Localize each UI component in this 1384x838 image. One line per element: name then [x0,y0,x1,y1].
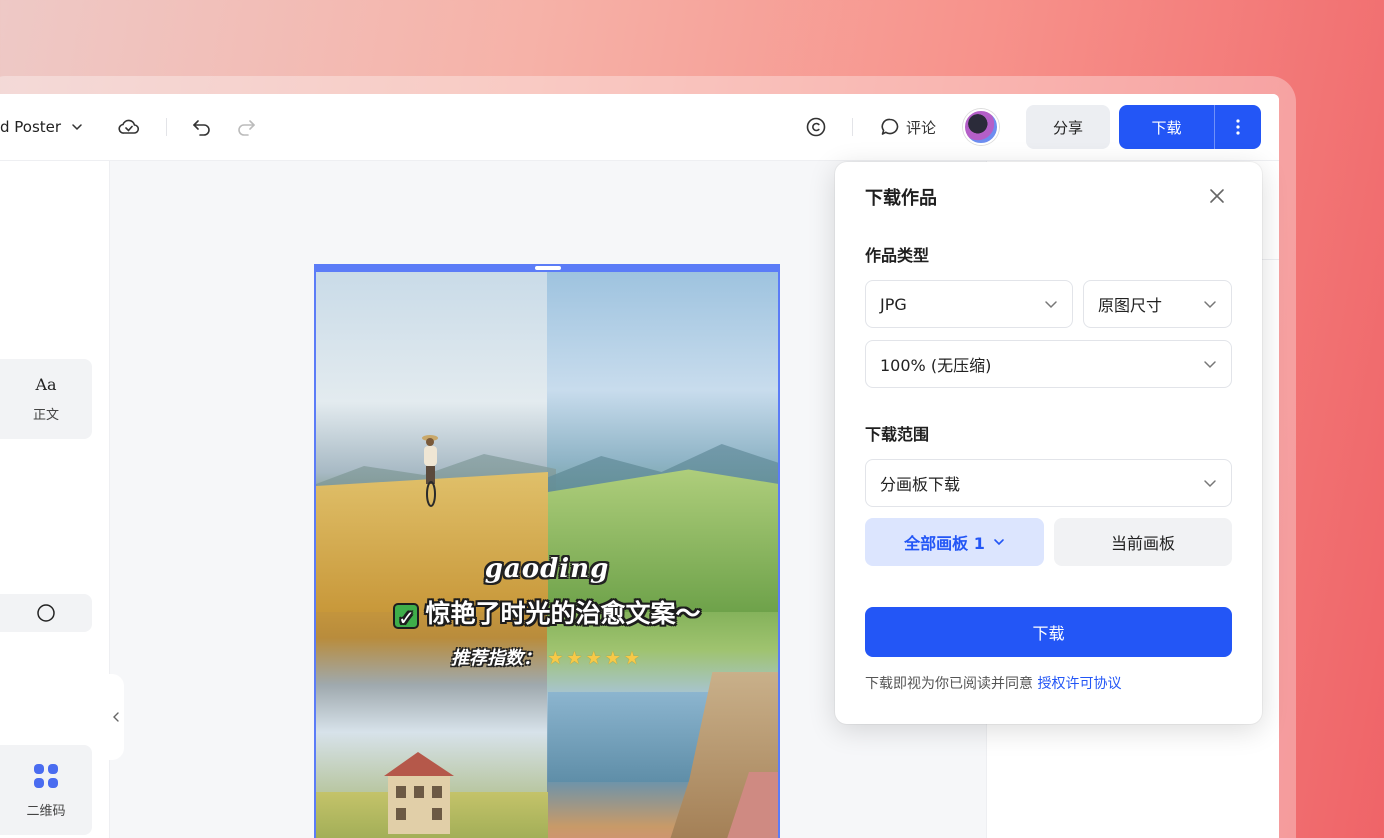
poster-brand-text: gaoding [484,554,610,584]
comment-button[interactable]: 评论 [880,114,936,140]
text-icon: Aa [35,375,57,394]
poster-headline-text: 惊艳了时光的治愈文案～ [425,599,701,628]
star-rating: ★★★★★ [547,648,643,669]
chevron-down-icon [72,124,82,131]
cyclist-figure [422,435,438,507]
comment-label: 评论 [906,118,937,137]
agreement-prefix: 下载即视为你已阅读并同意 [865,676,1038,692]
document-title: d Poster [0,118,62,136]
tool-label: 二维码 [26,803,66,819]
size-select[interactable]: 原图尺寸 [1083,280,1232,328]
dialog-title: 下载作品 [865,188,937,209]
quality-value: 100% (无压缩) [880,356,992,375]
close-button[interactable] [1205,184,1229,208]
poster-image: gaoding ✓ 惊艳了时光的治愈文案～ 推荐指数： ★★★★★ [316,272,778,838]
cloud-save-icon[interactable] [116,114,142,140]
size-value: 原图尺寸 [1098,296,1163,315]
type-section-label: 作品类型 [865,246,930,265]
tool-label: 正文 [32,408,59,423]
all-boards-button[interactable]: 全部画板 1 [865,518,1044,566]
left-tool-panel: Aa 正文 二维码 [0,161,110,838]
chevron-down-icon [1204,301,1216,309]
chevron-down-icon [994,539,1004,546]
circle-icon [37,604,55,622]
download-button-group: 下载 [1119,105,1261,149]
rating-label: 推荐指数： [451,648,542,669]
range-value: 分画板下载 [880,475,961,494]
undo-icon[interactable] [189,114,215,140]
all-boards-label: 全部画板 1 [904,534,985,553]
house-figure [384,752,454,834]
current-board-label: 当前画板 [1110,534,1175,553]
copyright-icon[interactable] [803,114,829,140]
chevron-down-icon [1204,480,1216,488]
chevron-down-icon [1204,361,1216,369]
confirm-download-button[interactable]: 下载 [865,607,1232,657]
more-options-button[interactable] [1215,105,1261,149]
chevron-left-icon [113,712,119,722]
more-vertical-icon [1236,119,1240,135]
avatar[interactable] [963,109,999,145]
format-value: JPG [880,294,907,314]
body-text-tool[interactable]: Aa 正文 [0,359,92,439]
range-section-label: 下载范围 [865,425,930,444]
quality-select[interactable]: 100% (无压缩) [865,340,1232,388]
shape-tool[interactable] [0,594,92,632]
artboard[interactable]: gaoding ✓ 惊艳了时光的治愈文案～ 推荐指数： ★★★★★ [314,264,780,838]
document-title-dropdown[interactable]: d Poster [0,118,83,136]
agreement-text: 下载即视为你已阅读并同意 授权许可协议 [865,673,1121,693]
toolbar-divider [166,118,167,136]
share-button[interactable]: 分享 [1026,105,1110,149]
check-mark-icon: ✓ [393,603,420,630]
chevron-down-icon [1045,301,1057,309]
comment-icon [881,118,899,135]
qr-code-tool[interactable]: 二维码 [0,745,92,835]
poster-rating: 推荐指数： ★★★★★ [316,644,778,670]
current-board-button[interactable]: 当前画板 [1054,518,1232,566]
top-bar: d Poster 评论 分享 下载 [0,94,1279,161]
qr-code-icon [34,763,58,788]
poster-headline: ✓ 惊艳了时光的治愈文案～ [316,594,778,630]
redo-icon[interactable] [233,114,259,140]
close-icon [1210,189,1224,203]
range-select[interactable]: 分画板下载 [865,459,1232,507]
download-dialog: 下载作品 作品类型 JPG 原图尺寸 100% (无压缩) 下载范围 分画板下载… [835,162,1262,724]
license-agreement-link[interactable]: 授权许可协议 [1037,676,1121,692]
toolbar-divider [852,118,853,136]
collapse-panel-button[interactable] [108,674,124,760]
artboard-resize-handle[interactable] [535,266,561,270]
download-button[interactable]: 下载 [1119,105,1215,149]
format-select[interactable]: JPG [865,280,1073,328]
